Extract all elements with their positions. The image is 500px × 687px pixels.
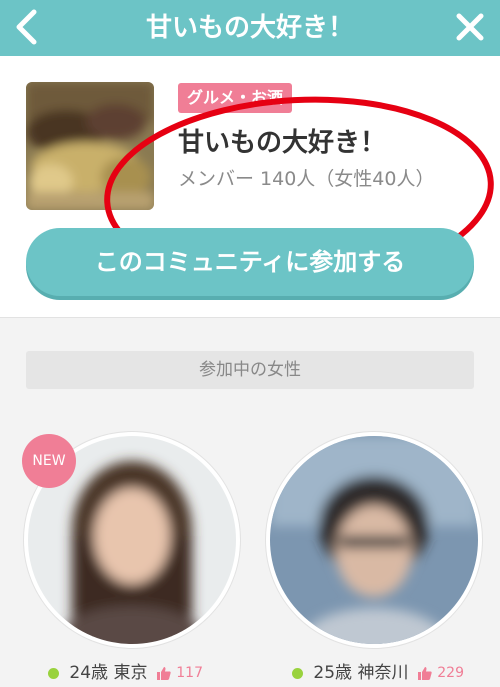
chevron-left-icon	[16, 9, 37, 45]
page-title: 甘いもの大好き！	[145, 13, 354, 43]
close-button[interactable]	[448, 4, 492, 50]
top-bar: 甘いもの大好き！	[0, 0, 500, 56]
category-badge[interactable]: グルメ・お酒	[178, 83, 293, 113]
profile-location: 神奈川	[357, 663, 409, 683]
online-status-dot	[48, 667, 59, 679]
profile-location: 東京	[113, 663, 148, 683]
profile-meta: 24歳 東京 117	[48, 662, 203, 684]
profile-photo[interactable]	[266, 432, 482, 648]
close-icon	[456, 13, 484, 41]
new-badge: NEW	[22, 434, 76, 488]
like-count: 229	[437, 665, 464, 681]
join-community-button[interactable]: このコミュニティに参加する	[26, 228, 474, 296]
online-status-dot	[292, 667, 303, 679]
community-name: 甘いもの大好き！	[178, 128, 387, 158]
member-count: メンバー 140人（女性40人）	[178, 168, 435, 190]
thumbs-up-icon	[417, 667, 432, 680]
profile-age: 25歳	[313, 663, 353, 683]
like-count: 117	[176, 665, 203, 681]
back-button[interactable]	[4, 2, 52, 52]
profile-age: 24歳	[69, 663, 109, 683]
community-card: グルメ・お酒 甘いもの大好き！ メンバー 140人（女性40人） このコミュニテ…	[0, 56, 500, 318]
section-header: 参加中の女性	[26, 351, 474, 389]
community-thumbnail	[26, 82, 154, 210]
thumbs-up-icon	[156, 667, 171, 680]
profile-meta: 25歳 神奈川 229	[292, 662, 464, 684]
